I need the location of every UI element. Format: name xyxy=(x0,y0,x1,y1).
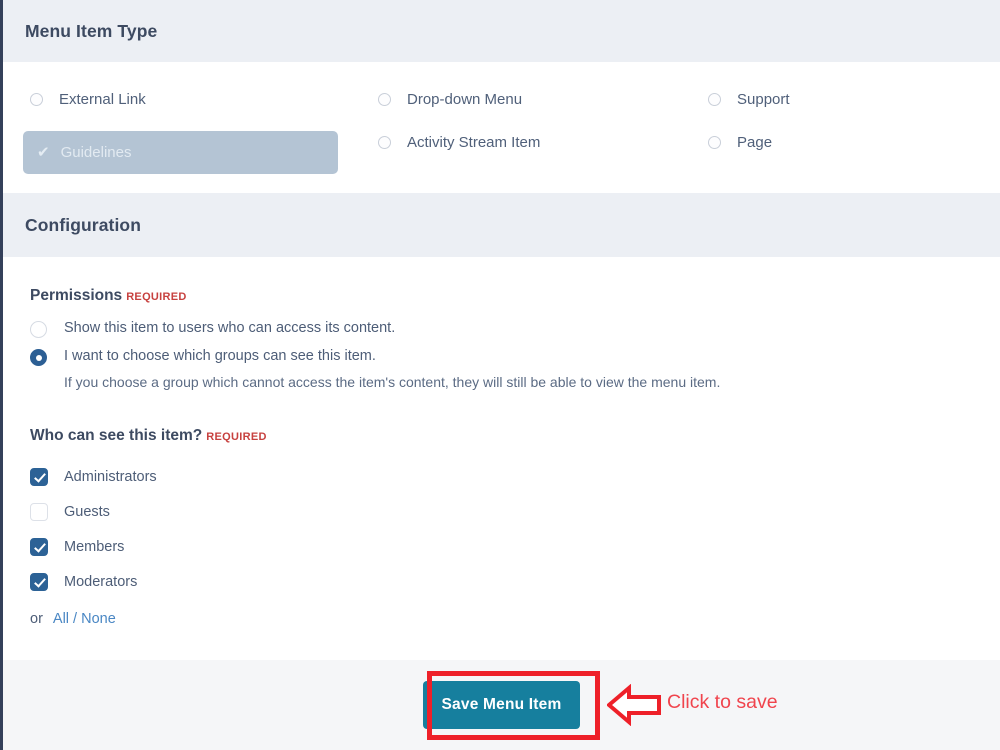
radio-icon-activity-stream-item[interactable] xyxy=(378,136,391,149)
checkbox-icon-moderators[interactable] xyxy=(30,572,48,591)
checkbox-icon-members[interactable] xyxy=(30,537,48,556)
option-guidelines-selected[interactable]: ✔ Guidelines xyxy=(23,131,338,174)
permission-help-text: If you choose a group which cannot acces… xyxy=(64,374,721,390)
permissions-label: Permissions REQUIRED xyxy=(30,287,1000,305)
checkbox-icon-administrators[interactable] xyxy=(30,467,48,486)
configuration-body: Permissions REQUIRED Show this item to us… xyxy=(3,257,1000,660)
permission-label-choose-groups: I want to choose which groups can see th… xyxy=(64,348,376,364)
permission-option-choose-groups[interactable]: I want to choose which groups can see th… xyxy=(30,347,1000,366)
save-menu-item-button[interactable]: Save Menu Item xyxy=(423,681,580,729)
annotation-label: Click to save xyxy=(667,691,778,713)
option-drop-down-menu[interactable]: Drop-down Menu xyxy=(351,88,681,111)
permission-option-show-to-all[interactable]: Show this item to users who can access i… xyxy=(30,319,1000,338)
group-row-moderators[interactable]: Moderators xyxy=(30,564,1000,599)
who-can-see-label: Who can see this item? REQUIRED xyxy=(30,427,1000,445)
radio-icon-page[interactable] xyxy=(708,136,721,149)
option-label-guidelines: Guidelines xyxy=(60,144,132,161)
check-icon: ✔ xyxy=(37,144,50,161)
section-header-configuration: Configuration xyxy=(3,193,1000,257)
group-label-moderators: Moderators xyxy=(64,573,138,590)
option-label-page: Page xyxy=(737,134,773,151)
all-none-link[interactable]: All / None xyxy=(53,611,116,627)
group-label-guests: Guests xyxy=(64,503,110,520)
form-footer: Save Menu Item xyxy=(3,660,1000,750)
who-can-see-required-badge: REQUIRED xyxy=(206,431,267,443)
option-label-activity-stream-item: Activity Stream Item xyxy=(407,134,541,151)
option-label-external-link: External Link xyxy=(59,91,146,108)
radio-icon-drop-down-menu[interactable] xyxy=(378,93,391,106)
all-none-row: or All / None xyxy=(30,611,1000,627)
checkbox-icon-guests[interactable] xyxy=(30,502,48,521)
or-label: or xyxy=(30,611,43,627)
option-label-drop-down-menu: Drop-down Menu xyxy=(407,91,523,108)
menu-item-type-body: External Link Drop-down Menu Support ✔ G… xyxy=(3,62,1000,193)
option-activity-stream-item[interactable]: Activity Stream Item xyxy=(351,131,681,154)
menu-item-type-title: Menu Item Type xyxy=(25,20,158,41)
radio-icon-choose-groups[interactable] xyxy=(30,349,47,366)
option-guidelines-cell: ✔ Guidelines xyxy=(3,131,351,174)
radio-icon-external-link[interactable] xyxy=(30,93,43,106)
option-label-support: Support xyxy=(737,91,790,108)
radio-icon-support[interactable] xyxy=(708,93,721,106)
group-row-members[interactable]: Members xyxy=(30,529,1000,564)
group-label-members: Members xyxy=(64,538,125,555)
section-header-menu-item-type: Menu Item Type xyxy=(3,0,1000,62)
permissions-required-badge: REQUIRED xyxy=(126,291,187,303)
menu-item-type-options-grid: External Link Drop-down Menu Support ✔ G… xyxy=(3,88,1000,174)
group-row-guests[interactable]: Guests xyxy=(30,494,1000,529)
who-can-see-block: Who can see this item? REQUIRED Administr… xyxy=(30,427,1000,627)
option-page[interactable]: Page xyxy=(681,131,1000,154)
who-can-see-label-text: Who can see this item? xyxy=(30,427,203,444)
group-label-administrators: Administrators xyxy=(64,468,157,485)
group-row-administrators[interactable]: Administrators xyxy=(30,459,1000,494)
option-support[interactable]: Support xyxy=(681,88,1000,111)
radio-icon-show-to-all[interactable] xyxy=(30,321,47,338)
permissions-label-text: Permissions xyxy=(30,287,123,304)
annotation-arrow-left-icon xyxy=(607,684,661,726)
permission-label-show-to-all: Show this item to users who can access i… xyxy=(64,320,396,336)
option-external-link[interactable]: External Link xyxy=(3,88,351,111)
menu-item-form-page: Menu Item Type External Link Drop-down M… xyxy=(0,0,1000,750)
configuration-title: Configuration xyxy=(25,214,141,235)
